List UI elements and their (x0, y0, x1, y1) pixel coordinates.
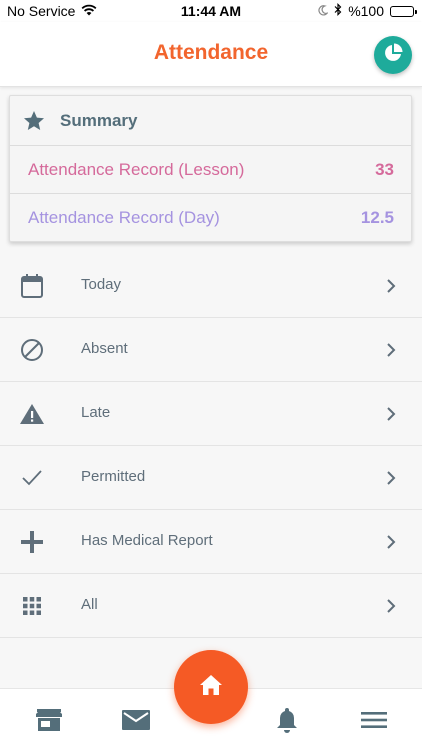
chevron-right-icon (385, 534, 397, 550)
menu-item-today[interactable]: Today (0, 254, 422, 318)
status-bar: No Service 11:44 AM %100 (0, 0, 422, 22)
menu-item-absent[interactable]: Absent (0, 318, 422, 382)
attendance-menu: Today Absent Late Permitted Has Medical … (0, 254, 422, 638)
warning-icon (19, 401, 45, 427)
star-icon (22, 109, 46, 133)
menu-item-label: Absent (81, 340, 128, 357)
pie-chart-icon (383, 43, 403, 68)
summary-row-label: Attendance Record (Day) (28, 208, 220, 227)
menu-item-label: Has Medical Report (81, 532, 213, 549)
menu-item-label: Permitted (81, 468, 146, 485)
summary-header: Summary (10, 96, 411, 146)
summary-row-value: 12.5 (360, 208, 394, 227)
chevron-right-icon (385, 598, 397, 614)
app-header: Attendance (0, 22, 422, 87)
menu-item-label: All (81, 596, 98, 613)
summary-card: Summary Attendance Record (Lesson) 33 At… (9, 95, 412, 242)
chevron-right-icon (385, 278, 397, 294)
chevron-right-icon (385, 470, 397, 486)
summary-row-day[interactable]: Attendance Record (Day) 12.5 (10, 194, 411, 242)
menu-item-late[interactable]: Late (0, 382, 422, 446)
menu-item-label: Late (81, 404, 111, 421)
chevron-right-icon (385, 406, 397, 422)
menu-item-all[interactable]: All (0, 574, 422, 638)
block-icon (19, 337, 45, 363)
summary-row-label: Attendance Record (Lesson) (28, 159, 245, 179)
home-icon (199, 674, 223, 701)
chart-button[interactable] (374, 36, 412, 74)
check-icon (19, 465, 45, 491)
battery-text: %100 (348, 3, 384, 19)
bluetooth-icon (334, 3, 342, 19)
menu-item-label: Today (81, 276, 122, 293)
page-title: Attendance (153, 41, 269, 64)
plus-icon (19, 529, 45, 555)
home-button[interactable] (174, 650, 248, 724)
bell-icon[interactable] (272, 705, 302, 735)
store-icon[interactable] (34, 705, 64, 735)
mail-icon[interactable] (121, 705, 151, 735)
summary-title: Summary (60, 110, 138, 130)
status-right: %100 (317, 3, 417, 19)
calendar-icon (19, 273, 45, 299)
chevron-right-icon (385, 342, 397, 358)
menu-item-medical-report[interactable]: Has Medical Report (0, 510, 422, 574)
summary-row-value: 33 (375, 159, 394, 179)
menu-item-permitted[interactable]: Permitted (0, 446, 422, 510)
menu-icon[interactable] (359, 705, 389, 735)
moon-icon (317, 3, 330, 19)
grid-icon (19, 593, 45, 619)
summary-row-lesson[interactable]: Attendance Record (Lesson) 33 (10, 146, 411, 194)
battery-icon (390, 5, 417, 17)
